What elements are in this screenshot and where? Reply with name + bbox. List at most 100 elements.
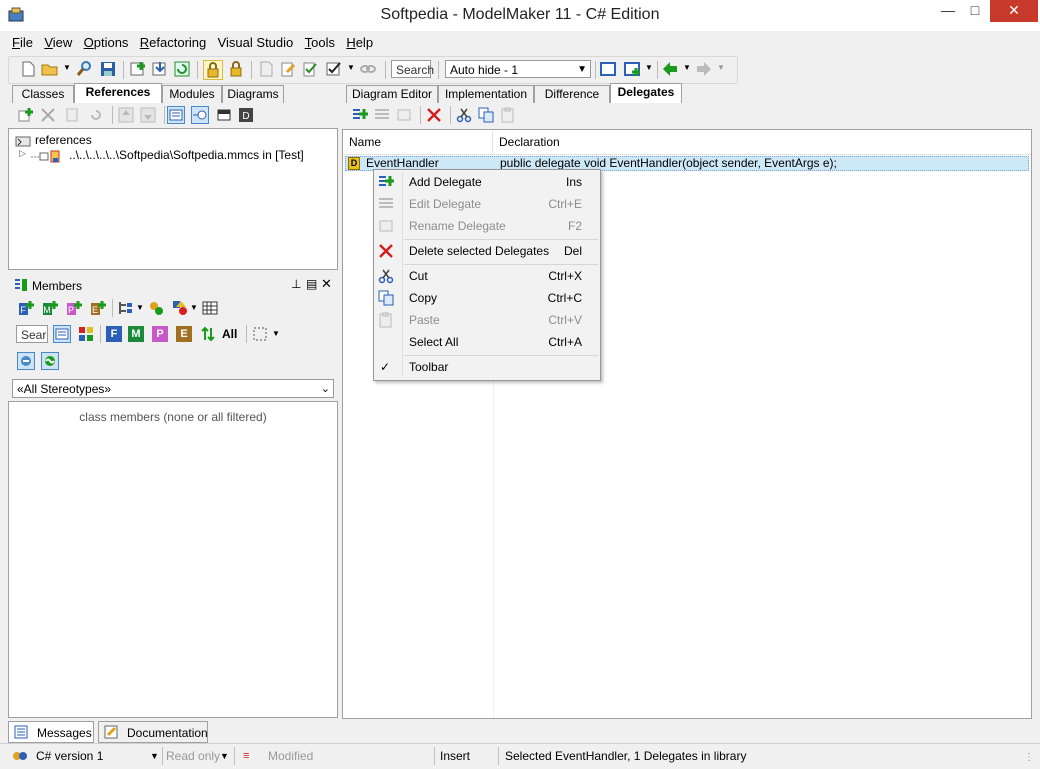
copy-icon[interactable]: [478, 107, 494, 123]
column-header-name[interactable]: Name: [343, 131, 493, 153]
open-folder-icon[interactable]: [41, 60, 59, 78]
lock-icon[interactable]: [203, 60, 223, 80]
expand-icon[interactable]: ▷: [19, 148, 26, 159]
document-icon[interactable]: [257, 60, 275, 78]
readonly-dropdown-icon[interactable]: ▼: [220, 747, 229, 765]
tab-modules[interactable]: Modules: [162, 85, 222, 103]
menu-visual-studio[interactable]: Visual Studio: [214, 32, 298, 53]
filter-fields-button[interactable]: F: [106, 326, 122, 342]
list-view-icon[interactable]: [167, 106, 185, 124]
tab-diagram-editor[interactable]: Diagram Editor: [346, 85, 438, 103]
menu-item-copy[interactable]: Copy Ctrl+C: [376, 287, 598, 309]
import-icon[interactable]: [151, 60, 169, 78]
menu-item-paste[interactable]: Paste Ctrl+V: [376, 309, 598, 331]
grid-icon[interactable]: [202, 300, 218, 316]
filter-events-button[interactable]: E: [176, 326, 192, 342]
find-icon[interactable]: [75, 60, 93, 78]
maximize-button[interactable]: □: [960, 0, 990, 22]
add-method-icon[interactable]: M: [42, 300, 58, 316]
visibility-icon[interactable]: [17, 352, 35, 370]
d-view-icon[interactable]: D: [238, 107, 254, 123]
menu-options[interactable]: Options: [80, 32, 133, 53]
members-close-icon[interactable]: ✕: [321, 276, 332, 292]
menu-file[interactable]: File: [8, 32, 37, 53]
back-dropdown-icon[interactable]: ▼: [683, 63, 691, 72]
check-icon[interactable]: [325, 60, 343, 78]
add-delegate-icon[interactable]: [352, 107, 368, 123]
add-property-icon[interactable]: P: [66, 300, 82, 316]
menu-item-delete-delegates[interactable]: Delete selected Delegates Del: [376, 240, 598, 262]
save-icon[interactable]: [99, 60, 117, 78]
tab-messages[interactable]: Messages: [8, 721, 94, 743]
members-list-icon[interactable]: [53, 325, 71, 343]
column-header-declaration[interactable]: Declaration: [493, 131, 693, 153]
edit-document-icon[interactable]: [279, 60, 297, 78]
add-class-icon[interactable]: [129, 60, 147, 78]
new-file-icon[interactable]: [19, 60, 37, 78]
tree-item-reference-file[interactable]: ▷ ..\..\..\..\..\Softpedia\Softpedia.mmc…: [17, 148, 337, 164]
layout-combo[interactable]: Auto hide - 1 ▼: [445, 60, 591, 78]
sort-icon[interactable]: [200, 326, 216, 342]
menu-item-edit-delegate[interactable]: Edit Delegate Ctrl+E: [376, 193, 598, 215]
menu-item-toolbar[interactable]: ✓ Toolbar: [376, 356, 598, 378]
pin-icon[interactable]: ⊥: [291, 277, 301, 291]
tab-difference[interactable]: Difference: [534, 85, 610, 103]
status-language[interactable]: C# version 1: [36, 747, 103, 765]
members-search-input[interactable]: Searc: [16, 325, 48, 343]
select-dropdown-icon[interactable]: ▼: [272, 329, 280, 338]
structure-icon[interactable]: [118, 300, 134, 316]
edit-reference-icon[interactable]: [64, 107, 80, 123]
cut-icon[interactable]: [456, 107, 472, 123]
structure-dropdown-icon[interactable]: ▼: [136, 303, 144, 312]
delete-delegate-icon[interactable]: [426, 107, 442, 123]
filter-methods-button[interactable]: M: [128, 326, 144, 342]
window-dropdown-icon[interactable]: ▼: [645, 63, 653, 72]
language-dropdown-icon[interactable]: ▼: [150, 747, 159, 765]
add-field-icon[interactable]: F: [18, 300, 34, 316]
lock-alt-icon[interactable]: [227, 60, 245, 78]
move-down-icon[interactable]: [140, 107, 156, 123]
menu-item-select-all[interactable]: Select All Ctrl+A: [376, 331, 598, 353]
toolbar-search-input[interactable]: Search: [391, 60, 434, 78]
back-arrow-icon[interactable]: [661, 60, 679, 78]
add-reference-icon[interactable]: [18, 107, 34, 123]
menu-help[interactable]: Help: [342, 32, 377, 53]
refresh-icon[interactable]: [173, 60, 191, 78]
tab-delegates[interactable]: Delegates: [610, 83, 682, 104]
refresh-reference-icon[interactable]: [88, 107, 104, 123]
stereotype-combo[interactable]: «All Stereotypes» ⌄: [12, 379, 334, 398]
menu-refactoring[interactable]: Refactoring: [136, 32, 210, 53]
link-icon[interactable]: [359, 60, 377, 78]
check-dropdown-icon[interactable]: ▼: [347, 63, 355, 72]
status-readonly[interactable]: Read only: [166, 747, 220, 765]
tree-item-references[interactable]: references: [13, 133, 333, 149]
menu-item-cut[interactable]: Cut Ctrl+X: [376, 265, 598, 287]
menu-item-rename-delegate[interactable]: Rename Delegate F2: [376, 215, 598, 237]
rename-delegate-icon[interactable]: [396, 107, 412, 123]
select-area-icon[interactable]: [252, 326, 268, 342]
forward-dropdown-icon[interactable]: ▼: [717, 63, 725, 72]
tab-classes[interactable]: Classes: [12, 85, 74, 103]
menu-tools[interactable]: Tools: [301, 32, 339, 53]
move-up-icon[interactable]: [118, 107, 134, 123]
close-button[interactable]: ✕: [990, 0, 1038, 22]
tab-documentation[interactable]: Documentation: [98, 721, 208, 743]
checklist-icon[interactable]: [301, 60, 319, 78]
new-window-icon[interactable]: [623, 60, 641, 78]
shapes-icon[interactable]: [172, 300, 188, 316]
paste-icon[interactable]: [500, 107, 516, 123]
tree-view-icon[interactable]: [191, 106, 209, 124]
add-event-icon[interactable]: E: [90, 300, 106, 316]
tab-implementation[interactable]: Implementation: [438, 85, 534, 103]
shapes-dropdown-icon[interactable]: ▼: [190, 303, 198, 312]
filter-all-button[interactable]: All: [222, 327, 237, 341]
convert-icon[interactable]: [148, 300, 164, 316]
float-icon[interactable]: ▤: [306, 277, 317, 291]
edit-delegate-icon[interactable]: [374, 107, 390, 123]
scope-icon[interactable]: [41, 352, 59, 370]
delete-reference-icon[interactable]: [40, 107, 56, 123]
window-icon[interactable]: [599, 60, 617, 78]
open-dropdown-icon[interactable]: ▼: [63, 63, 71, 72]
bar-view-icon[interactable]: [216, 107, 232, 123]
resize-grip-icon[interactable]: ⋮: [1024, 749, 1034, 767]
